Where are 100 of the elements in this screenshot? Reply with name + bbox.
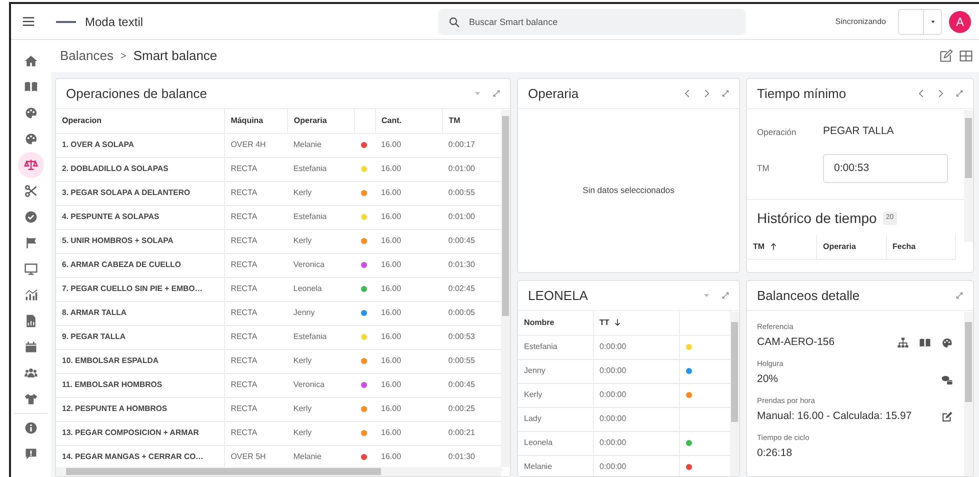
table-cell: 0:00:00 bbox=[593, 383, 679, 407]
field-label: Operación bbox=[757, 126, 798, 138]
table-cell: RECTA bbox=[224, 253, 288, 277]
column-header[interactable]: Operaria bbox=[287, 109, 355, 133]
logo-icon bbox=[56, 20, 76, 24]
table-cell: Melanie bbox=[287, 133, 355, 157]
table-cell: Kerly bbox=[287, 349, 355, 373]
sidebar-item[interactable] bbox=[18, 152, 44, 178]
scrollbar[interactable] bbox=[964, 312, 973, 476]
panel-title: Operaciones de balance bbox=[66, 84, 207, 103]
search-field[interactable]: Buscar Smart balance bbox=[438, 8, 746, 34]
palette-icon[interactable] bbox=[941, 337, 953, 350]
table-cell: 16.00 bbox=[375, 373, 442, 397]
column-header[interactable]: Cant. bbox=[375, 109, 442, 133]
table-cell: 0:00:00 bbox=[593, 335, 679, 359]
table-cell: 16.00 bbox=[375, 229, 442, 253]
table-cell: 16.00 bbox=[375, 253, 442, 277]
table-cell: 16.00 bbox=[375, 301, 442, 325]
column-header[interactable]: Fecha bbox=[886, 235, 956, 259]
table-cell: 0:00:00 bbox=[593, 431, 679, 455]
expand-icon[interactable] bbox=[491, 88, 502, 99]
avatar[interactable]: A bbox=[949, 10, 971, 32]
table-cell: 16.00 bbox=[375, 325, 442, 349]
table-cell: Veronica bbox=[287, 253, 355, 277]
expand-icon[interactable] bbox=[954, 88, 965, 99]
table-cell: RECTA bbox=[224, 229, 288, 253]
table-cell: 16.00 bbox=[375, 421, 442, 445]
breadcrumb-current: Smart balance bbox=[133, 47, 218, 66]
table-cell: 16.00 bbox=[375, 397, 442, 421]
menu-button[interactable] bbox=[21, 14, 36, 29]
scrollbar[interactable] bbox=[964, 110, 973, 242]
table-cell: Melanie bbox=[518, 455, 593, 476]
panel-title: Balanceos detalle bbox=[757, 286, 860, 305]
feedback-icon bbox=[24, 447, 38, 461]
book-icon bbox=[24, 80, 38, 94]
table-cell: Kerly bbox=[518, 383, 593, 407]
panel-title: Tiempo mínimo bbox=[757, 84, 846, 103]
table-cell: Kerly bbox=[287, 397, 355, 421]
field-value: 0:26:18 bbox=[757, 446, 792, 462]
time-input[interactable]: 0:00:53 bbox=[823, 154, 948, 182]
table-cell: RECTA bbox=[224, 373, 288, 397]
table-cell: RECTA bbox=[224, 421, 288, 445]
expand-icon[interactable] bbox=[954, 290, 965, 301]
scrollbar[interactable] bbox=[501, 110, 510, 467]
home-icon bbox=[24, 54, 38, 68]
table-cell: Estefania bbox=[287, 205, 355, 229]
expand-icon[interactable] bbox=[720, 290, 731, 301]
monitor-icon bbox=[24, 262, 38, 276]
report-icon bbox=[24, 314, 38, 328]
edit-icon[interactable] bbox=[939, 49, 953, 63]
table-cell: Leonela bbox=[518, 431, 593, 455]
scrollbar[interactable] bbox=[730, 312, 739, 476]
check-circle-icon bbox=[24, 210, 38, 224]
table-cell: Kerly bbox=[287, 229, 355, 253]
scissors-icon bbox=[24, 184, 38, 198]
table-cell: RECTA bbox=[224, 205, 288, 229]
table-cell: Jenny bbox=[518, 359, 593, 383]
table-cell: RECTA bbox=[224, 397, 288, 421]
table-cell: Leonela bbox=[287, 277, 355, 301]
expand-icon[interactable] bbox=[720, 88, 731, 99]
column-header[interactable]: TT bbox=[593, 311, 679, 335]
book-icon[interactable] bbox=[919, 337, 931, 350]
sync-status: Sincronizando bbox=[835, 16, 886, 28]
table-cell: Estefania bbox=[518, 335, 593, 359]
column-header[interactable]: Nombre bbox=[518, 311, 593, 335]
table-cell: RECTA bbox=[224, 277, 288, 301]
people-icon bbox=[24, 366, 38, 380]
column-header[interactable]: TM bbox=[747, 235, 816, 259]
column-header[interactable]: Operaria bbox=[816, 235, 886, 259]
table-cell: RECTA bbox=[224, 325, 288, 349]
table-cell: RECTA bbox=[224, 157, 288, 181]
edit-icon[interactable] bbox=[941, 411, 953, 424]
table-cell: 0:00:00 bbox=[593, 359, 679, 383]
calendar-icon bbox=[24, 340, 38, 354]
shirt-icon bbox=[24, 392, 38, 406]
column-header[interactable]: Operacion bbox=[56, 109, 224, 133]
table-cell: RECTA bbox=[224, 301, 288, 325]
breadcrumb-separator: > bbox=[120, 50, 126, 64]
table-cell: Veronica bbox=[287, 373, 355, 397]
field-value: PEGAR TALLA bbox=[823, 124, 894, 140]
column-header[interactable]: Máquina bbox=[224, 109, 288, 133]
app-title: Moda textil bbox=[85, 14, 144, 30]
table-cell: Lady bbox=[518, 407, 593, 431]
table-cell: 16.00 bbox=[375, 157, 442, 181]
empty-message: Sin datos seleccionados bbox=[582, 184, 674, 197]
table-cell: Kerly bbox=[287, 181, 355, 205]
sort-up-icon bbox=[768, 242, 778, 252]
sort-down-icon bbox=[613, 318, 622, 328]
table-cell: OVER 4H bbox=[224, 133, 288, 157]
table-cell: 16.00 bbox=[375, 133, 442, 157]
scrollbar[interactable] bbox=[56, 467, 501, 476]
table-cell: RECTA bbox=[224, 349, 288, 373]
grid-icon[interactable] bbox=[959, 49, 973, 63]
table-cell: 16.00 bbox=[375, 277, 442, 301]
chart-icon bbox=[24, 288, 38, 302]
table-cell: Estefania bbox=[287, 157, 355, 181]
table-cell: 16.00 bbox=[375, 181, 442, 205]
table-cell: Estefania bbox=[287, 325, 355, 349]
breadcrumb-link[interactable]: Balances bbox=[60, 46, 114, 66]
sitemap-icon[interactable] bbox=[897, 337, 909, 350]
